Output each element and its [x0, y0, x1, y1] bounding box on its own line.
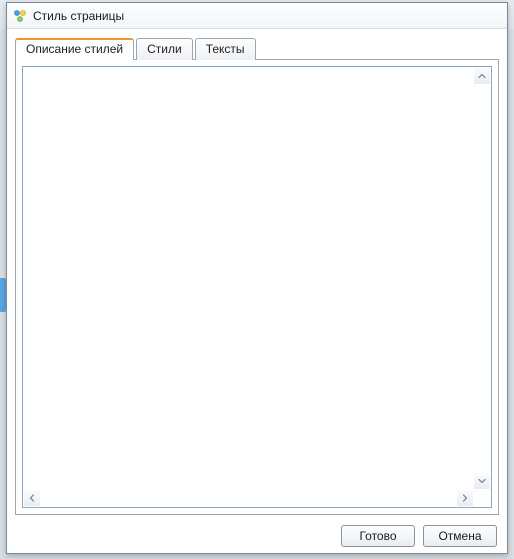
content-area[interactable]	[22, 66, 492, 508]
vertical-scrollbar[interactable]	[474, 68, 490, 489]
button-label: Готово	[359, 529, 396, 543]
tab-label: Описание стилей	[26, 42, 123, 56]
dialog-window: Стиль страницы Описание стилей Стили Тек…	[6, 2, 508, 554]
app-icon	[13, 9, 27, 23]
scroll-right-button[interactable]	[457, 490, 473, 506]
tab-panel	[15, 59, 499, 515]
scroll-left-button[interactable]	[24, 490, 40, 506]
dialog-footer: Готово Отмена	[7, 519, 507, 553]
scroll-down-button[interactable]	[474, 473, 490, 489]
tab-label: Тексты	[206, 42, 245, 56]
window-title: Стиль страницы	[33, 9, 124, 23]
titlebar: Стиль страницы	[7, 3, 507, 29]
horizontal-scrollbar[interactable]	[24, 490, 473, 506]
tab-label: Стили	[147, 42, 182, 56]
tabstrip: Описание стилей Стили Тексты	[15, 37, 499, 59]
tab-texts[interactable]: Тексты	[195, 38, 256, 60]
ok-button[interactable]: Готово	[341, 525, 415, 547]
dialog-content: Описание стилей Стили Тексты	[7, 29, 507, 519]
tab-styles[interactable]: Стили	[136, 38, 193, 60]
cancel-button[interactable]: Отмена	[423, 525, 497, 547]
tab-style-description[interactable]: Описание стилей	[15, 38, 134, 60]
scroll-up-button[interactable]	[474, 68, 490, 84]
button-label: Отмена	[438, 529, 481, 543]
